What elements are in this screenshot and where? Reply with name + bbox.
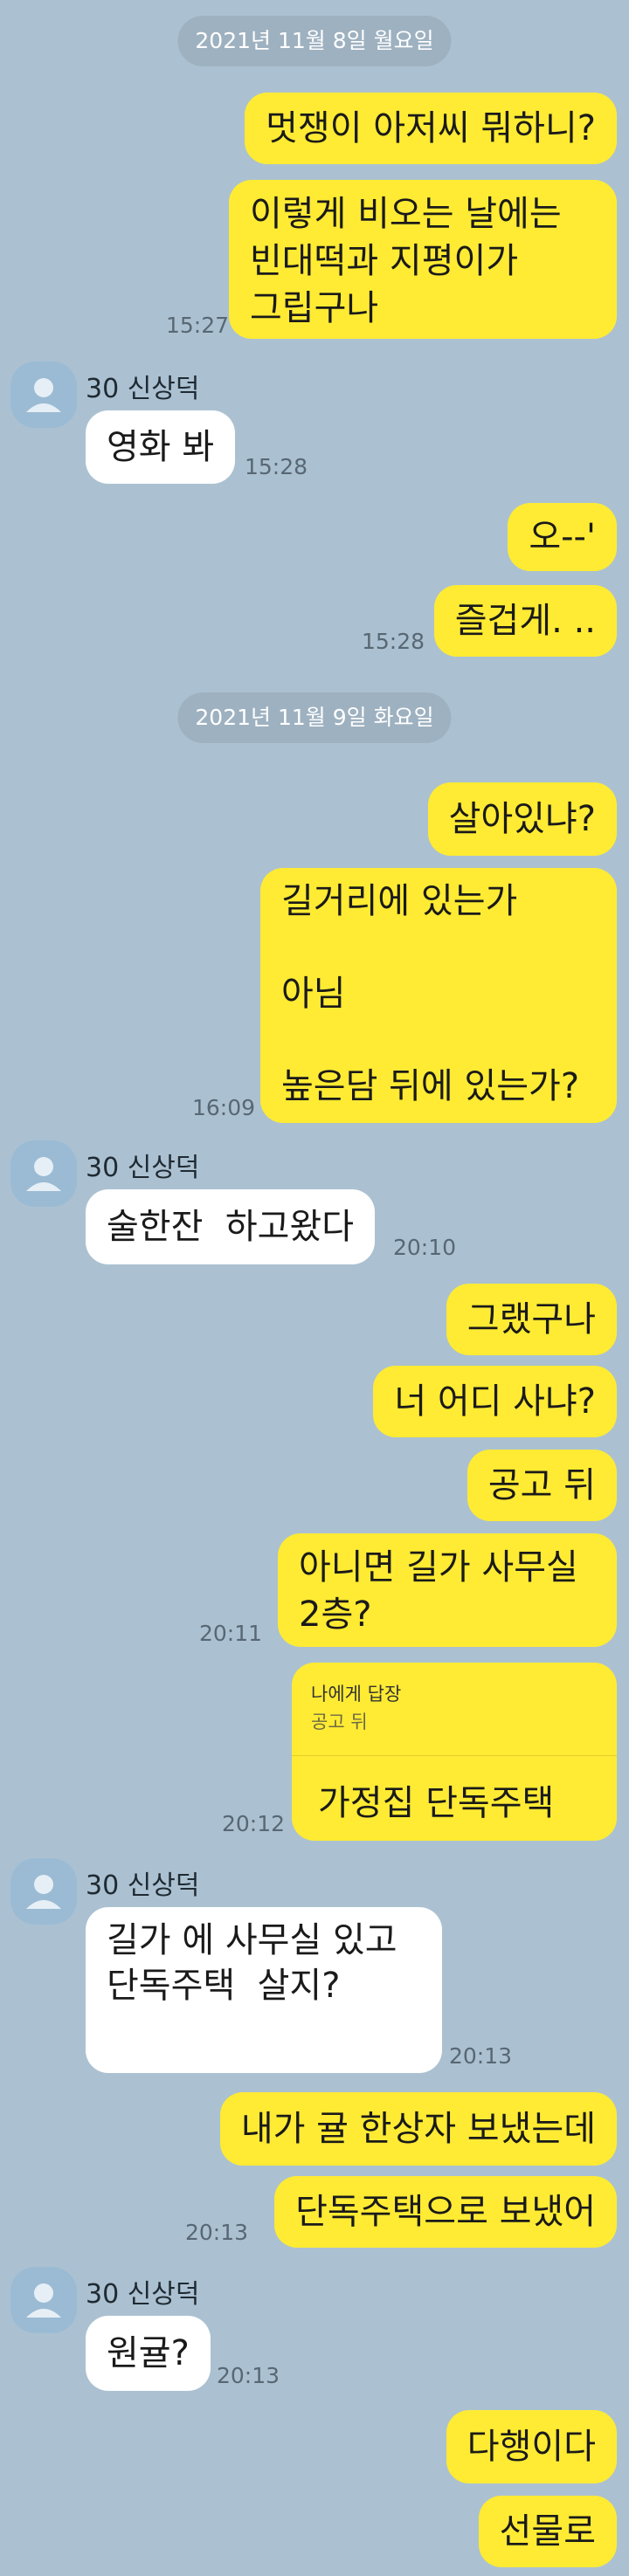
reply-text: 가정집 단독주택 [318, 1783, 555, 1823]
message-time: 20:13 [185, 2220, 249, 2245]
my-message-bubble[interactable]: 단독주택으로 보냈어 [274, 2176, 617, 2248]
sender-name: 30 신상덕 [86, 1870, 200, 1901]
default-profile-icon [26, 1157, 61, 1191]
my-message-bubble[interactable]: 공고 뒤 [467, 1450, 617, 1521]
reply-message-bubble[interactable]: 나에게 답장 공고 뒤 가정집 단독주택 [292, 1663, 617, 1841]
avatar[interactable] [10, 1140, 77, 1207]
my-message-bubble[interactable]: 너 어디 사냐? [373, 1366, 617, 1437]
default-profile-icon [26, 1875, 61, 1909]
message-time: 20:13 [449, 2043, 513, 2069]
my-message-bubble[interactable]: 선물로 [478, 2496, 617, 2567]
message-time: 20:13 [217, 2363, 280, 2388]
my-message-bubble[interactable]: 아니면 길가 사무실 2층? [278, 1533, 617, 1647]
my-message-bubble[interactable]: 다행이다 [446, 2410, 617, 2483]
reply-header: 나에게 답장 [311, 1684, 402, 1705]
message-time: 15:27 [166, 313, 230, 338]
my-message-bubble[interactable]: 즐겁게. .. [433, 585, 617, 657]
message-time: 15:28 [245, 454, 308, 479]
my-message-bubble[interactable]: 살아있냐? [427, 782, 617, 856]
reply-quote: 공고 뒤 [311, 1712, 368, 1732]
reply-divider [292, 1755, 617, 1756]
default-profile-icon [26, 2283, 61, 2318]
sender-name: 30 신상덕 [86, 374, 200, 404]
my-message-bubble[interactable]: 오--' [508, 503, 617, 571]
avatar[interactable] [10, 1858, 77, 1925]
date-divider: 2021년 11월 8일 월요일 [177, 16, 452, 66]
date-divider: 2021년 11월 9일 화요일 [177, 692, 452, 743]
my-message-bubble[interactable]: 그랬구나 [446, 1284, 617, 1355]
chat-screen: { "colors": { "background": "#abc1d1", "… [0, 0, 629, 2576]
my-message-bubble[interactable]: 이렇게 비오는 날에는 빈대떡과 지평이가 그립구나 [229, 180, 617, 339]
their-message-bubble[interactable]: 영화 봐 [86, 410, 236, 484]
avatar[interactable] [10, 362, 77, 428]
message-time: 16:09 [192, 1095, 256, 1120]
their-message-bubble[interactable]: 술한잔 하고왔다 [86, 1189, 376, 1264]
my-message-bubble[interactable]: 길거리에 있는가 아님 높은담 뒤에 있는가? [260, 868, 617, 1123]
sender-name: 30 신상덕 [86, 1153, 200, 1183]
their-message-bubble[interactable]: 길가 에 사무실 있고 단독주택 살지? [86, 1907, 442, 2073]
my-message-bubble[interactable]: 내가 귤 한상자 보냈는데 [219, 2092, 617, 2166]
message-time: 15:28 [362, 629, 425, 654]
their-message-bubble[interactable]: 원귤? [86, 2316, 211, 2391]
default-profile-icon [26, 378, 61, 412]
sender-name: 30 신상덕 [86, 2279, 200, 2310]
message-time: 20:10 [393, 1235, 457, 1260]
avatar[interactable] [10, 2267, 77, 2333]
message-time: 20:11 [199, 1621, 263, 1646]
my-message-bubble[interactable]: 멋쟁이 아저씨 뭐하니? [245, 93, 617, 164]
message-time: 20:12 [222, 1811, 286, 1836]
